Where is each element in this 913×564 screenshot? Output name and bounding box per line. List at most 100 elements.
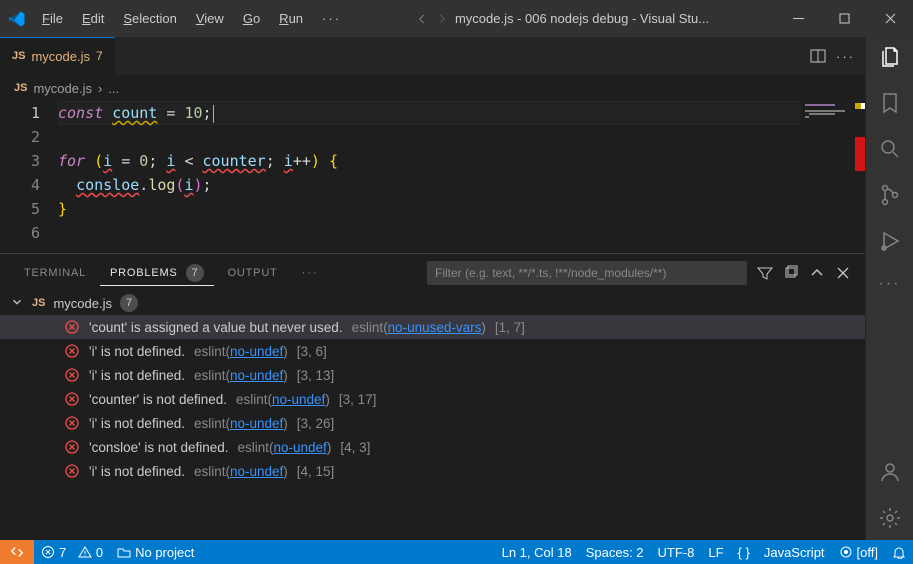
gear-icon[interactable] — [878, 506, 902, 530]
close-button[interactable] — [867, 0, 913, 37]
menu-selection[interactable]: Selection — [115, 5, 184, 32]
tab-bar: JS mycode.js 7 ··· — [0, 37, 865, 75]
remote-button[interactable] — [0, 540, 34, 564]
problems-badge: 7 — [186, 264, 204, 282]
code-line-2[interactable] — [58, 125, 865, 149]
menu-go[interactable]: Go — [235, 5, 268, 32]
problem-source: eslint — [236, 392, 268, 407]
problem-row[interactable]: 'i' is not defined.eslint(no-undef)[3, 1… — [0, 363, 865, 387]
problem-message: 'i' is not defined. — [89, 464, 185, 479]
bookmark-icon[interactable] — [878, 91, 902, 115]
more-icon[interactable]: ··· — [879, 275, 901, 293]
problem-location: [3, 17] — [339, 392, 377, 407]
problem-row[interactable]: 'counter' is not defined.eslint(no-undef… — [0, 387, 865, 411]
code-line-4[interactable]: consloe.log(i); — [58, 173, 865, 197]
chevron-down-icon — [10, 295, 24, 312]
breadcrumb[interactable]: JS mycode.js › ... — [0, 75, 865, 101]
collapse-all-icon[interactable] — [783, 265, 799, 281]
status-spaces[interactable]: Spaces: 2 — [579, 540, 651, 564]
problem-message: 'count' is assigned a value but never us… — [89, 320, 343, 335]
code-editor[interactable]: 1 2 3 4 5 6 const count = 10; for (i = 0… — [0, 101, 865, 253]
code-content[interactable]: const count = 10; for (i = 0; i < counte… — [58, 101, 865, 253]
problems-list: JS mycode.js 7 'count' is assigned a val… — [0, 291, 865, 540]
code-line-5[interactable]: } — [58, 197, 865, 221]
problem-row[interactable]: 'i' is not defined.eslint(no-undef)[3, 2… — [0, 411, 865, 435]
menu-run[interactable]: Run — [271, 5, 311, 32]
error-icon — [64, 415, 80, 431]
tab-problems-count: 7 — [96, 49, 103, 63]
code-line-1[interactable]: const count = 10; — [58, 101, 865, 125]
error-icon — [64, 343, 80, 359]
problem-row[interactable]: 'i' is not defined.eslint(no-undef)[3, 6… — [0, 339, 865, 363]
search-icon[interactable] — [878, 137, 902, 161]
problem-message: 'counter' is not defined. — [89, 392, 227, 407]
problem-row[interactable]: 'i' is not defined.eslint(no-undef)[4, 1… — [0, 459, 865, 483]
overview-ruler[interactable] — [851, 101, 865, 253]
more-actions-icon[interactable]: ··· — [836, 49, 855, 64]
problem-row[interactable]: 'count' is assigned a value but never us… — [0, 315, 865, 339]
minimize-button[interactable] — [775, 0, 821, 37]
problems-file-group[interactable]: JS mycode.js 7 — [0, 291, 865, 315]
status-bell-icon[interactable] — [885, 540, 913, 564]
problem-location: [4, 15] — [297, 464, 335, 479]
account-icon[interactable] — [878, 460, 902, 484]
status-errors[interactable]: 7 0 — [34, 540, 110, 564]
source-control-icon[interactable] — [878, 183, 902, 207]
status-project[interactable]: No project — [110, 540, 201, 564]
arrow-right-icon[interactable] — [435, 12, 449, 26]
vscode-icon — [0, 10, 34, 28]
filter-icon[interactable] — [757, 265, 773, 281]
run-debug-icon[interactable] — [878, 229, 902, 253]
problem-rule[interactable]: no-undef — [274, 440, 327, 455]
problem-row[interactable]: 'consloe' is not defined.eslint(no-undef… — [0, 435, 865, 459]
problem-rule[interactable]: no-undef — [230, 416, 283, 431]
split-editor-icon[interactable] — [810, 48, 826, 64]
problem-rule[interactable]: no-undef — [230, 344, 283, 359]
status-language[interactable]: JavaScript — [757, 540, 832, 564]
explorer-icon[interactable] — [878, 45, 902, 69]
status-position[interactable]: Ln 1, Col 18 — [495, 540, 579, 564]
title-bar: File Edit Selection View Go Run ··· myco… — [0, 0, 913, 37]
problem-source: eslint — [194, 344, 226, 359]
problem-rule[interactable]: no-unused-vars — [388, 320, 482, 335]
menu-edit[interactable]: Edit — [74, 5, 112, 32]
problem-rule[interactable]: no-undef — [272, 392, 325, 407]
problem-source: eslint — [352, 320, 384, 335]
status-braces[interactable]: { } — [731, 540, 757, 564]
tab-label: mycode.js — [31, 49, 90, 64]
menu-overflow[interactable]: ··· — [314, 5, 349, 32]
code-line-6[interactable] — [58, 221, 865, 245]
tab-mycode[interactable]: JS mycode.js 7 — [0, 37, 115, 75]
arrow-left-icon[interactable] — [415, 12, 429, 26]
text-cursor — [213, 105, 214, 123]
status-encoding[interactable]: UTF-8 — [651, 540, 702, 564]
tab-terminal[interactable]: TERMINAL — [14, 263, 96, 283]
tab-problems[interactable]: PROBLEMS7 — [100, 260, 214, 286]
menu-bar: File Edit Selection View Go Run ··· — [34, 5, 349, 32]
menu-view[interactable]: View — [188, 5, 232, 32]
status-screencast[interactable]: [off] — [832, 540, 885, 564]
menu-file[interactable]: File — [34, 5, 71, 32]
problem-message: 'consloe' is not defined. — [89, 440, 229, 455]
chevron-right-icon: › — [98, 81, 102, 96]
problem-rule[interactable]: no-undef — [230, 464, 283, 479]
tab-output[interactable]: OUTPUT — [218, 263, 288, 283]
status-eol[interactable]: LF — [701, 540, 730, 564]
maximize-panel-icon[interactable] — [809, 265, 825, 281]
line-gutter: 1 2 3 4 5 6 — [0, 101, 58, 253]
js-file-icon: JS — [32, 297, 45, 309]
problem-location: [3, 26] — [297, 416, 335, 431]
problem-location: [3, 13] — [297, 368, 335, 383]
problem-message: 'i' is not defined. — [89, 416, 185, 431]
panel-overflow[interactable]: ··· — [292, 263, 329, 283]
panel-actions — [427, 261, 851, 285]
bottom-panel: TERMINAL PROBLEMS7 OUTPUT ··· JS mycode.… — [0, 253, 865, 540]
problem-source: eslint — [194, 416, 226, 431]
minimap[interactable] — [801, 101, 865, 253]
problem-rule[interactable]: no-undef — [230, 368, 283, 383]
breadcrumb-file: mycode.js — [33, 81, 92, 96]
maximize-button[interactable] — [821, 0, 867, 37]
code-line-3[interactable]: for (i = 0; i < counter; i++) { — [58, 149, 865, 173]
problems-filter-input[interactable] — [427, 261, 747, 285]
close-panel-icon[interactable] — [835, 265, 851, 281]
